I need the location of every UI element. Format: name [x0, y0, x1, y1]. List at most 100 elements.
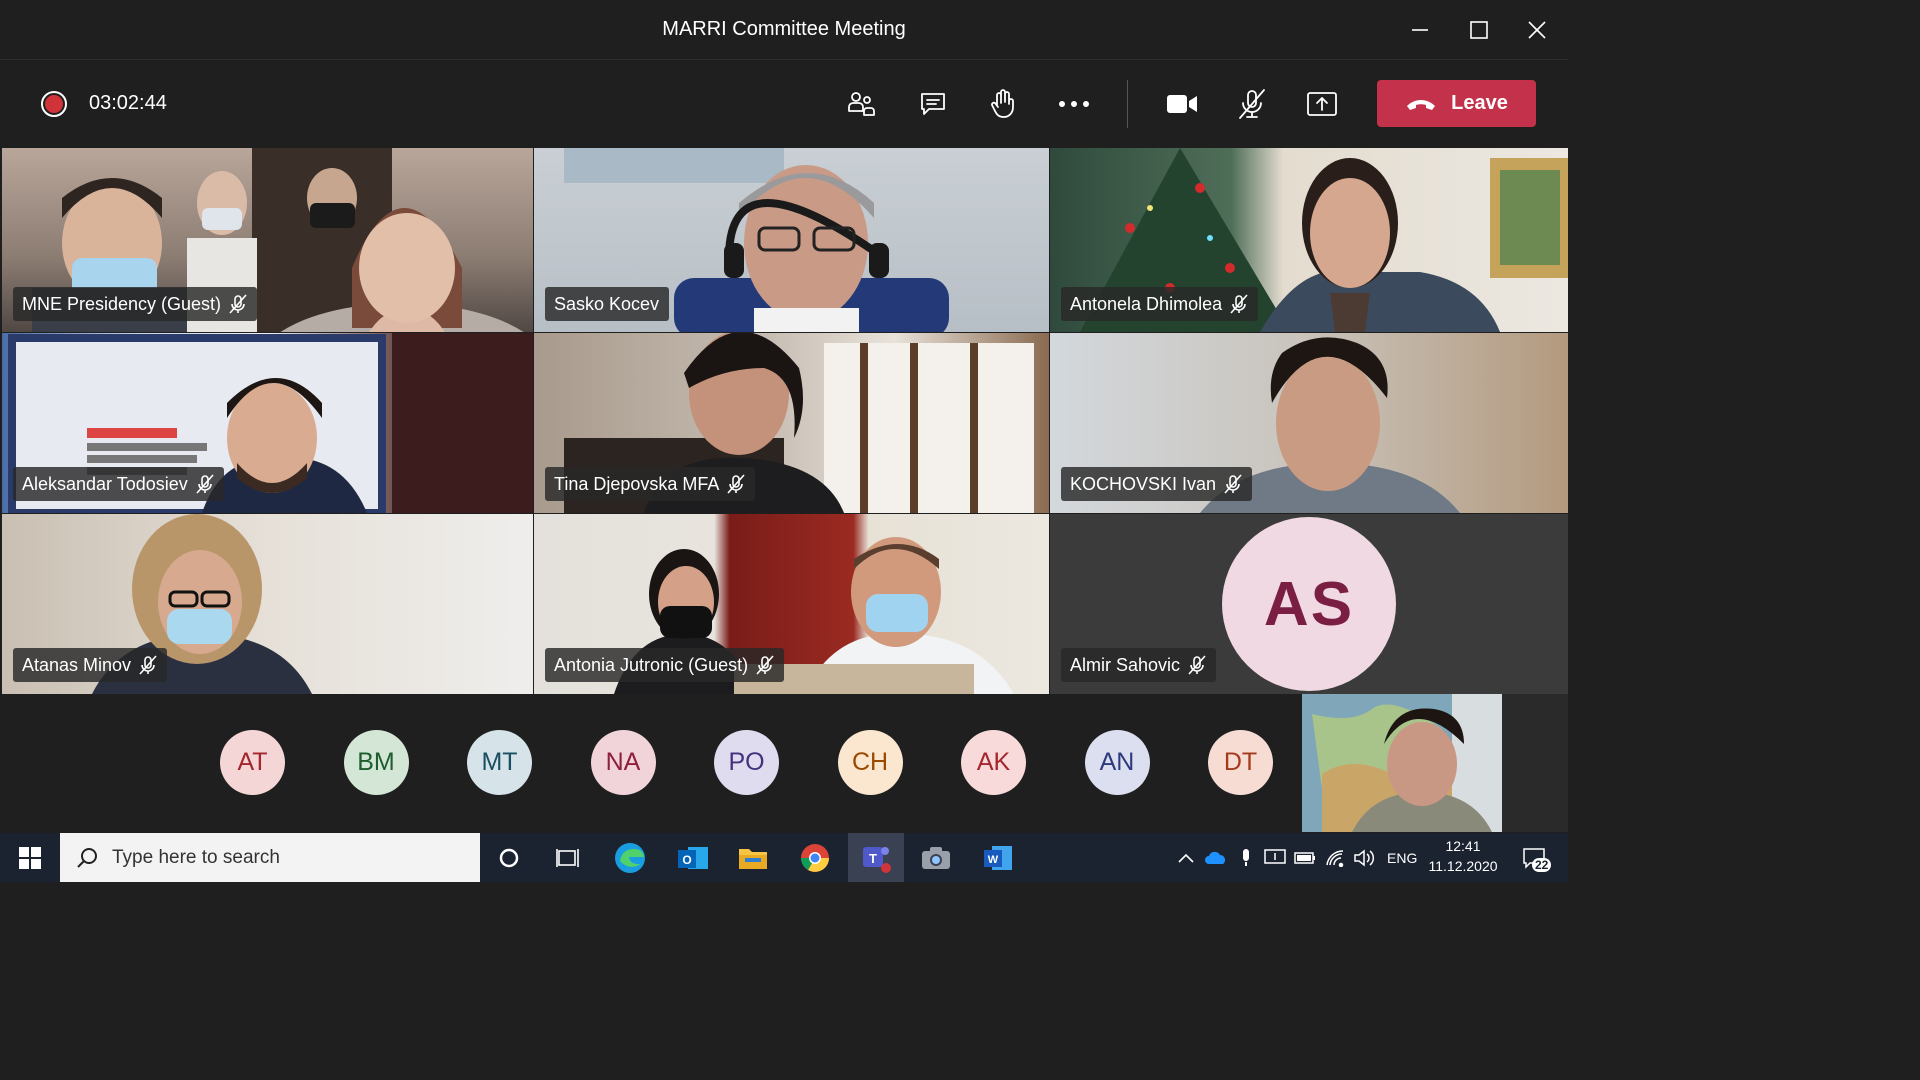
- clock-date: 11.12.2020: [1428, 858, 1498, 874]
- microphone-icon: [1243, 849, 1249, 866]
- cortana-icon: [499, 848, 519, 868]
- volume-button[interactable]: [1346, 838, 1382, 878]
- camera-app-icon: [922, 847, 950, 869]
- teams-icon: T: [863, 847, 891, 873]
- participant-video: [1302, 694, 1568, 832]
- battery-icon: [1294, 852, 1315, 864]
- camera-button[interactable]: [1160, 84, 1204, 124]
- title-bar: MARRI Committee Meeting: [0, 0, 1568, 60]
- mic-off-icon: [139, 655, 157, 675]
- roster-avatar[interactable]: BM: [343, 730, 409, 795]
- participant-name: Tina Djepovska MFA: [554, 473, 720, 494]
- file-explorer-app[interactable]: [733, 838, 773, 878]
- participant-name: Sasko Kocev: [554, 293, 660, 314]
- chrome-app[interactable]: [795, 838, 835, 878]
- mic-off-icon: [1224, 474, 1242, 494]
- outlook-icon: O: [678, 847, 708, 869]
- participant-nameplate: Sasko Kocev: [545, 287, 670, 321]
- clock-time: 12:41: [1445, 838, 1481, 854]
- participant-name: Aleksandar Todosiev: [22, 473, 188, 494]
- word-app[interactable]: W: [978, 838, 1018, 878]
- taskbar-search[interactable]: Type here to search: [60, 833, 480, 882]
- outlook-app[interactable]: O: [673, 838, 713, 878]
- video-tile[interactable]: Sasko Kocev: [534, 148, 1049, 332]
- roster-avatar[interactable]: AN: [1084, 730, 1150, 795]
- maximize-button[interactable]: [1461, 12, 1497, 48]
- participant-name: Antonela Dhimolea: [1070, 293, 1223, 314]
- close-icon: [1528, 21, 1546, 39]
- svg-text:T: T: [869, 851, 877, 866]
- participant-name: KOCHOVSKI Ivan: [1070, 473, 1217, 494]
- speaker-icon: [1354, 849, 1375, 867]
- cortana-button[interactable]: [489, 838, 529, 878]
- participant-nameplate: Antonia Jutronic (Guest): [545, 648, 785, 682]
- roster-avatar[interactable]: AK: [961, 730, 1026, 795]
- video-tile[interactable]: Aleksandar Todosiev: [2, 333, 533, 513]
- leave-button[interactable]: Leave: [1377, 80, 1536, 127]
- roster-avatar[interactable]: MT: [467, 730, 532, 795]
- video-tile[interactable]: Tina Djepovska MFA: [534, 333, 1049, 513]
- mic-off-icon: [1188, 655, 1206, 675]
- participant-nameplate: Antonela Dhimolea: [1061, 287, 1259, 321]
- raise-hand-button[interactable]: [981, 84, 1025, 124]
- mute-button[interactable]: [1230, 84, 1274, 124]
- camera-app[interactable]: [916, 838, 956, 878]
- participant-name: Almir Sahovic: [1070, 654, 1181, 675]
- camera-icon: [1167, 95, 1197, 113]
- video-tile[interactable]: MNE Presidency (Guest): [2, 148, 533, 332]
- share-icon: [1307, 92, 1337, 116]
- chat-button[interactable]: [911, 84, 955, 124]
- roster-avatar[interactable]: CH: [837, 730, 903, 795]
- participant-nameplate: KOCHOVSKI Ivan: [1061, 467, 1253, 501]
- search-placeholder: Type here to search: [112, 846, 280, 868]
- participants-button[interactable]: [839, 84, 883, 124]
- chrome-icon: [801, 844, 829, 872]
- maximize-icon: [1470, 21, 1488, 39]
- chevron-up-icon: [1178, 853, 1194, 863]
- people-icon: [848, 92, 875, 116]
- monitor-shield-icon: [1264, 849, 1286, 864]
- video-tile[interactable]: Atanas Minov: [2, 514, 533, 694]
- start-button[interactable]: [10, 838, 50, 878]
- window-title: MARRI Committee Meeting: [662, 18, 906, 40]
- roster-avatar[interactable]: PO: [714, 730, 779, 795]
- roster-avatar[interactable]: NA: [590, 730, 656, 795]
- video-tile[interactable]: AS Almir Sahovic: [1050, 514, 1568, 694]
- teams-app[interactable]: T: [856, 838, 896, 878]
- self-view-video[interactable]: [1302, 694, 1568, 832]
- mic-off-icon: [229, 294, 247, 314]
- edge-app[interactable]: [610, 838, 650, 878]
- word-icon: W: [984, 846, 1012, 870]
- participant-name: Atanas Minov: [22, 654, 132, 675]
- leave-label: Leave: [1451, 92, 1508, 114]
- search-icon: [77, 847, 97, 868]
- language-indicator[interactable]: ENG: [1387, 850, 1417, 866]
- share-screen-button[interactable]: [1300, 84, 1344, 124]
- participant-nameplate: Tina Djepovska MFA: [545, 467, 756, 501]
- edge-icon: [615, 843, 645, 873]
- more-options-button[interactable]: [1052, 84, 1096, 124]
- wifi-icon: [1326, 850, 1344, 867]
- minimize-icon: [1412, 29, 1428, 31]
- mic-off-icon: [1230, 294, 1248, 314]
- participant-name: MNE Presidency (Guest): [22, 293, 222, 314]
- task-view-button[interactable]: [548, 838, 588, 878]
- mic-off-icon: [1239, 89, 1265, 119]
- participant-nameplate: Atanas Minov: [13, 648, 168, 682]
- roster-avatar[interactable]: DT: [1208, 730, 1273, 795]
- participant-nameplate: MNE Presidency (Guest): [13, 287, 258, 321]
- notification-count-badge: 22: [1532, 858, 1552, 872]
- close-button[interactable]: [1519, 12, 1555, 48]
- notifications-button[interactable]: 22: [1512, 838, 1556, 878]
- meeting-timer: 03:02:44: [89, 92, 167, 114]
- clock[interactable]: 12:41 11.12.2020: [1428, 838, 1498, 874]
- folder-icon: [739, 849, 767, 869]
- minimize-button[interactable]: [1402, 12, 1438, 48]
- svg-text:W: W: [988, 854, 999, 866]
- video-tile[interactable]: Antonela Dhimolea: [1050, 148, 1568, 332]
- roster-avatar[interactable]: AT: [220, 730, 285, 795]
- video-tile[interactable]: Antonia Jutronic (Guest): [534, 514, 1049, 694]
- toolbar-divider: [1127, 80, 1128, 128]
- video-tile[interactable]: KOCHOVSKI Ivan: [1050, 333, 1568, 513]
- hang-up-icon: [1407, 99, 1436, 110]
